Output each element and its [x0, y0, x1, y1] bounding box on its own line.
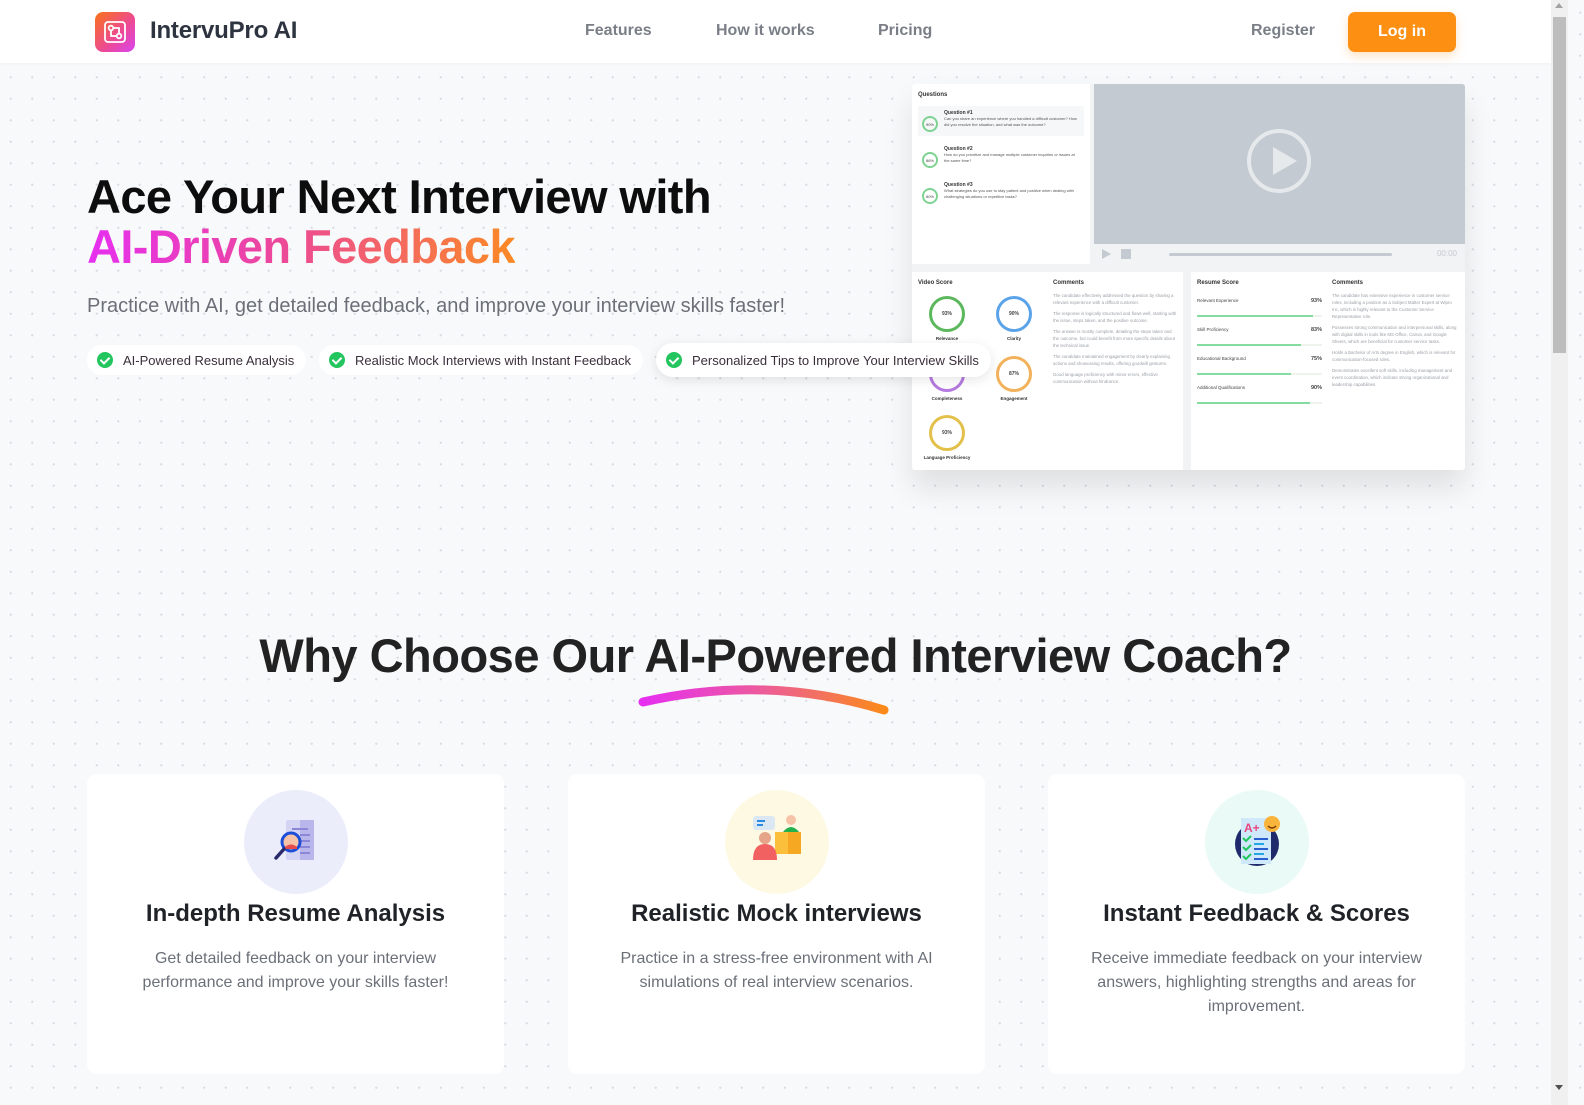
site-header: IntervuPro AI Features How it works Pric…: [0, 0, 1551, 63]
check-circle-icon: [97, 352, 113, 368]
score-label: Completeness: [931, 396, 963, 401]
scroll-down-arrow-icon[interactable]: [1555, 1085, 1563, 1090]
resume-score-bar: [1197, 373, 1322, 375]
resume-score-value: 75%: [1310, 356, 1322, 362]
feature-card: Realistic Mock interviews Practice in a …: [568, 774, 985, 1074]
resume-score-value: 90%: [1310, 385, 1322, 391]
svg-text:A+: A+: [1244, 821, 1260, 835]
video-time: 00:00: [1436, 249, 1457, 258]
score-label: Clarity: [1006, 336, 1021, 341]
comment-text: The candidate has extensive experience i…: [1332, 293, 1452, 319]
pill-label: Personalized Tips to Improve Your Interv…: [692, 352, 979, 368]
comments-header: Comments: [1332, 280, 1364, 286]
question-score: 80%: [922, 188, 938, 204]
resume-score-label: Additional Qualifications: [1197, 385, 1246, 390]
hero-title-gradient: AI-Driven Feedback: [87, 220, 516, 273]
resume-score-bar: [1197, 344, 1322, 346]
card-title: Instant Feedback & Scores: [1103, 900, 1410, 927]
comment-text: The response is logically structured and…: [1053, 311, 1177, 323]
questions-panel: Questions 90% Question #1 Can you share a…: [912, 84, 1090, 264]
comment-text: Demonstrates excellent soft skills, incl…: [1332, 368, 1453, 387]
comments-header: Comments: [1053, 280, 1085, 286]
feature-card: A+ Instant Feedback & Scores Receive imm…: [1048, 774, 1465, 1074]
resume-score-value: 93%: [1310, 298, 1322, 304]
resume-score-row: Relevant Experience 93%: [1197, 298, 1322, 317]
resume-score-panel: Resume Score Relevant Experience 93% Ski…: [1191, 272, 1465, 470]
title-underline-decoration: [638, 685, 889, 715]
feature-pill: Personalized Tips to Improve Your Interv…: [656, 343, 991, 377]
register-link[interactable]: Register: [1251, 22, 1315, 40]
scroll-up-arrow-icon[interactable]: [1555, 3, 1563, 8]
nav-features[interactable]: Features: [585, 22, 652, 40]
section-title: Why Choose Our AI-Powered Interview Coac…: [259, 629, 1292, 682]
video-progress-bar: [1169, 253, 1392, 256]
pill-label: Realistic Mock Interviews with Instant F…: [355, 352, 631, 368]
score-ring-engagement: 87%: [996, 356, 1032, 392]
card-title: Realistic Mock interviews: [631, 900, 922, 927]
resume-score-bar: [1197, 315, 1322, 317]
video-comments: Comments The candidate effectively addre…: [1053, 280, 1178, 389]
question-text: What strategies do you use to stay patie…: [944, 188, 1074, 199]
play-circle-icon: [1247, 129, 1311, 193]
hero-subtitle: Practice with AI, get detailed feedback,…: [87, 295, 786, 317]
score-label: Engagement: [1000, 396, 1028, 401]
resume-score-label: Skill Proficiency: [1197, 327, 1229, 332]
video-controls: 00:00: [1094, 244, 1465, 264]
resume-score-row: Skill Proficiency 83%: [1197, 327, 1322, 346]
feature-card: In-depth Resume Analysis Get detailed fe…: [87, 774, 504, 1074]
nav-pricing[interactable]: Pricing: [878, 22, 932, 40]
hero-title: Ace Your Next Interview with AI-Driven F…: [87, 170, 712, 273]
question-text: Can you share an experience where you ha…: [944, 116, 1077, 127]
nav-how-it-works[interactable]: How it works: [716, 22, 815, 40]
brand-name[interactable]: IntervuPro AI: [150, 17, 297, 45]
question-score: 86%: [922, 152, 938, 168]
resume-score-row: Educational Background 75%: [1197, 356, 1322, 375]
play-icon: [1102, 249, 1111, 259]
comment-text: The candidate maintained engagement by c…: [1053, 354, 1170, 366]
dashboard-preview: Questions 90% Question #1 Can you share a…: [912, 84, 1465, 470]
question-item: 90% Question #1 Can you share an experien…: [918, 106, 1084, 136]
page-scrollbar[interactable]: [1551, 0, 1568, 1105]
check-circle-icon: [329, 352, 345, 368]
card-description: Receive immediate feedback on your inter…: [1091, 950, 1422, 1015]
stop-icon: [1121, 249, 1131, 259]
question-text: How do you prioritize and manage multipl…: [944, 152, 1075, 163]
resume-comments: Comments The candidate has extensive exp…: [1332, 280, 1460, 392]
scroll-thumb[interactable]: [1553, 17, 1566, 353]
check-circle-icon: [666, 352, 682, 368]
pill-label: AI-Powered Resume Analysis: [123, 352, 295, 368]
video-player: [1094, 84, 1465, 244]
card-title: In-depth Resume Analysis: [145, 900, 446, 927]
feature-pill: AI-Powered Resume Analysis: [87, 345, 307, 375]
score-ring-clarity: 90%: [996, 296, 1032, 332]
comment-text: The candidate effectively addressed the …: [1053, 293, 1174, 305]
resume-score-bar: [1197, 402, 1322, 404]
card-description: Practice in a stress-free environment wi…: [620, 950, 933, 991]
resume-score-row: Additional Qualifications 90%: [1197, 385, 1322, 404]
feature-pill: Realistic Mock Interviews with Instant F…: [319, 345, 643, 375]
score-ring-relevance: 93%: [929, 296, 965, 332]
comment-text: Holds a Bachelor of Arts degree in Engli…: [1332, 350, 1456, 362]
score-label: Relevance: [935, 336, 959, 341]
hero-title-line1: Ace Your Next Interview with: [87, 170, 712, 223]
comment-text: The answer is mostly complete, detailing…: [1053, 329, 1176, 348]
score-label: Language Proficiency: [923, 455, 971, 460]
mock-interview-icon: [724, 790, 829, 894]
resume-score-label: Relevant Experience: [1197, 298, 1239, 303]
resume-score-label: Educational Background: [1197, 356, 1246, 361]
feedback-scores-icon: A+: [1204, 790, 1309, 894]
login-button[interactable]: Log in: [1348, 12, 1456, 52]
questions-header: Questions: [918, 92, 948, 98]
question-item: 86% Question #2 How do you prioritize and…: [918, 142, 1084, 172]
logo-icon[interactable]: [95, 12, 135, 52]
comment-text: Good language proficiency with minor err…: [1053, 372, 1158, 384]
card-description: Get detailed feedback on your interview …: [142, 950, 449, 991]
resume-score-value: 83%: [1310, 327, 1322, 333]
resume-search-icon: [243, 790, 348, 894]
question-item: 80% Question #3 What strategies do you us…: [918, 178, 1084, 208]
question-score: 90%: [922, 116, 938, 132]
comment-text: Possesses strong communication and inter…: [1332, 325, 1457, 344]
score-ring-language: 93%: [929, 415, 965, 451]
